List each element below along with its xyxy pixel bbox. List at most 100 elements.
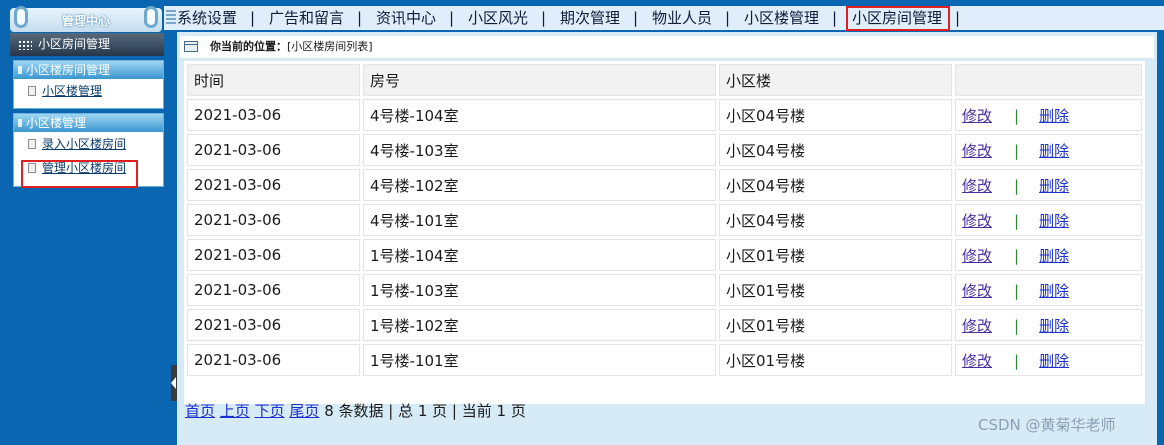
cell-date: 2021-03-06 xyxy=(187,204,360,236)
cell-date: 2021-03-06 xyxy=(187,344,360,376)
cell-actions: 修改 | 删除 xyxy=(955,239,1142,271)
header-date: 时间 xyxy=(187,64,360,96)
action-separator: | xyxy=(1014,141,1020,160)
action-separator: | xyxy=(1014,281,1020,300)
delete-link[interactable]: 删除 xyxy=(1039,177,1069,195)
cell-room: 4号楼-103室 xyxy=(363,134,716,166)
cell-date: 2021-03-06 xyxy=(187,169,360,201)
breadcrumb: 你当前的位置：[小区楼房间列表] xyxy=(180,36,1154,58)
header-building: 小区楼 xyxy=(719,64,952,96)
cell-date: 2021-03-06 xyxy=(187,134,360,166)
nav-item-system[interactable]: 系统设置 xyxy=(177,8,237,28)
nav-separator: | xyxy=(541,9,547,27)
nav-item-ads[interactable]: 广告和留言 xyxy=(269,8,344,28)
nav-separator: | xyxy=(449,9,455,27)
nav-item-building[interactable]: 小区楼管理 xyxy=(744,8,819,28)
sidebar-header: 管理中心 xyxy=(10,6,162,32)
delete-link[interactable]: 删除 xyxy=(1039,212,1069,230)
first-page-link[interactable]: 首页 xyxy=(185,402,215,420)
table-row: 2021-03-06 1号楼-102室 小区01号楼 修改 | 删除 xyxy=(187,309,1142,341)
table-row: 2021-03-06 1号楼-103室 小区01号楼 修改 | 删除 xyxy=(187,274,1142,306)
cell-actions: 修改 | 删除 xyxy=(955,169,1142,201)
pager: 首页 上页 下页 尾页 8 条数据 | 总 1 页 | 当前 1 页 xyxy=(185,400,526,421)
nav-item-scenery[interactable]: 小区风光 xyxy=(468,8,528,28)
nav-item-staff[interactable]: 物业人员 xyxy=(652,8,712,28)
cell-room: 1号楼-101室 xyxy=(363,344,716,376)
document-icon xyxy=(28,139,36,149)
cell-room: 1号楼-104室 xyxy=(363,239,716,271)
sidebar-title-label: 小区房间管理 xyxy=(38,37,111,51)
next-page-link[interactable]: 下页 xyxy=(255,402,285,420)
window-icon xyxy=(184,41,198,52)
cell-date: 2021-03-06 xyxy=(187,274,360,306)
cell-building: 小区04号楼 xyxy=(719,204,952,236)
cell-date: 2021-03-06 xyxy=(187,309,360,341)
cell-building: 小区01号楼 xyxy=(719,344,952,376)
highlight-box xyxy=(21,160,138,188)
sidebar-group-header[interactable]: 小区楼房间管理 xyxy=(14,61,163,79)
cell-actions: 修改 | 删除 xyxy=(955,204,1142,236)
cell-date: 2021-03-06 xyxy=(187,239,360,271)
table-row: 2021-03-06 1号楼-101室 小区01号楼 修改 | 删除 xyxy=(187,344,1142,376)
room-table: 时间 房号 小区楼 2021-03-06 4号楼-104室 小区04号楼 修改 | 删除 2… xyxy=(184,61,1145,379)
breadcrumb-prefix: 你当前的位置： xyxy=(210,40,287,53)
edit-link[interactable]: 修改 xyxy=(962,142,992,160)
cell-building: 小区01号楼 xyxy=(719,274,952,306)
nav-item-news[interactable]: 资讯中心 xyxy=(376,8,436,28)
table-header-row: 时间 房号 小区楼 xyxy=(187,64,1142,96)
nav-separator: | xyxy=(725,9,731,27)
edit-link[interactable]: 修改 xyxy=(962,247,992,265)
action-separator: | xyxy=(1014,106,1020,125)
nav-separator: | xyxy=(832,9,838,27)
cell-actions: 修改 | 删除 xyxy=(955,274,1142,306)
header-actions xyxy=(955,64,1142,96)
prev-page-link[interactable]: 上页 xyxy=(220,402,250,420)
delete-link[interactable]: 删除 xyxy=(1039,107,1069,125)
edit-link[interactable]: 修改 xyxy=(962,282,992,300)
cell-building: 小区01号楼 xyxy=(719,309,952,341)
cell-room: 1号楼-102室 xyxy=(363,309,716,341)
sidebar-group-header[interactable]: 小区楼管理 xyxy=(14,114,163,132)
highlight-box xyxy=(846,6,950,31)
header-room: 房号 xyxy=(363,64,716,96)
sidebar-item-label: 录入小区楼房间 xyxy=(42,137,127,151)
edit-link[interactable]: 修改 xyxy=(962,177,992,195)
watermark: CSDN @黄菊华老师 xyxy=(978,416,1116,434)
nav-separator: | xyxy=(357,9,363,27)
last-page-link[interactable]: 尾页 xyxy=(289,402,319,420)
delete-link[interactable]: 删除 xyxy=(1039,317,1069,335)
nav-item-period[interactable]: 期次管理 xyxy=(560,8,620,28)
cell-actions: 修改 | 删除 xyxy=(955,134,1142,166)
cell-room: 1号楼-103室 xyxy=(363,274,716,306)
table-row: 2021-03-06 4号楼-101室 小区04号楼 修改 | 删除 xyxy=(187,204,1142,236)
edit-link[interactable]: 修改 xyxy=(962,317,992,335)
delete-link[interactable]: 删除 xyxy=(1039,282,1069,300)
sidebar-item-building-manage[interactable]: 小区楼管理 xyxy=(14,79,163,103)
room-table-container: 时间 房号 小区楼 2021-03-06 4号楼-104室 小区04号楼 修改 | 删除 2… xyxy=(184,61,1145,404)
sidebar-item-add-room[interactable]: 录入小区楼房间 xyxy=(14,132,163,156)
grid-icon xyxy=(18,40,32,50)
action-separator: | xyxy=(1014,176,1020,195)
delete-link[interactable]: 删除 xyxy=(1039,247,1069,265)
edit-link[interactable]: 修改 xyxy=(962,352,992,370)
sidebar-header-label: 管理中心 xyxy=(61,14,110,28)
cell-building: 小区04号楼 xyxy=(719,169,952,201)
cell-building: 小区04号楼 xyxy=(719,134,952,166)
cell-building: 小区01号楼 xyxy=(719,239,952,271)
top-nav: 系统设置 | 广告和留言 | 资讯中心 | 小区风光 | 期次管理 | 物业人员… xyxy=(164,6,1164,31)
action-separator: | xyxy=(1014,246,1020,265)
breadcrumb-path: [小区楼房间列表] xyxy=(287,40,373,53)
edit-link[interactable]: 修改 xyxy=(962,107,992,125)
cell-room: 4号楼-104室 xyxy=(363,99,716,131)
cell-date: 2021-03-06 xyxy=(187,99,360,131)
nav-separator: | xyxy=(633,9,639,27)
delete-link[interactable]: 删除 xyxy=(1039,352,1069,370)
table-row: 2021-03-06 4号楼-104室 小区04号楼 修改 | 删除 xyxy=(187,99,1142,131)
pager-summary: 8 条数据 | 总 1 页 | 当前 1 页 xyxy=(324,402,526,420)
edit-link[interactable]: 修改 xyxy=(962,212,992,230)
delete-link[interactable]: 删除 xyxy=(1039,142,1069,160)
sidebar-group-building-room: 小区楼房间管理 小区楼管理 xyxy=(13,60,164,109)
document-icon xyxy=(28,86,36,96)
grip-icon xyxy=(166,10,176,26)
action-separator: | xyxy=(1014,316,1020,335)
